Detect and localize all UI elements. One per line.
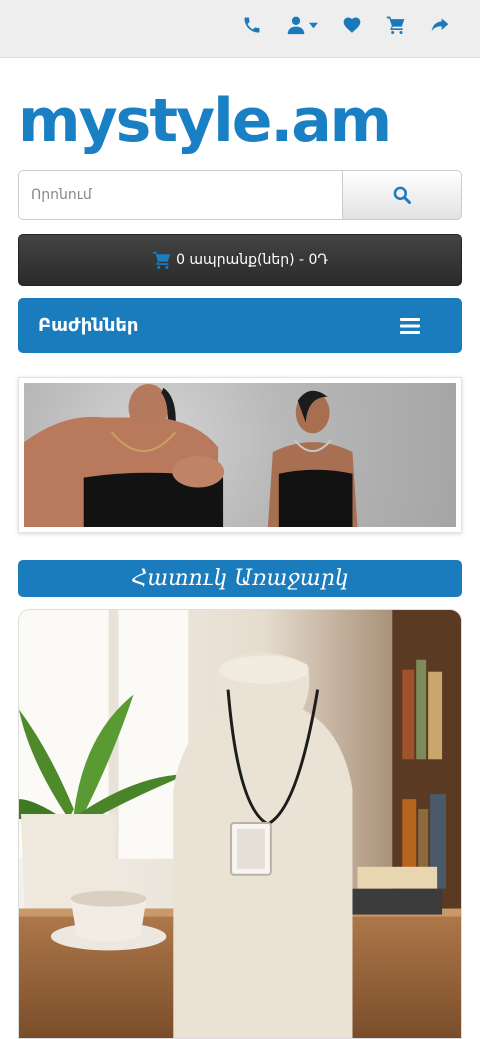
cart-summary-button[interactable]: 0 ապրանք(ներ) - 0Դ	[18, 234, 462, 286]
cart-icon[interactable]	[384, 13, 408, 37]
promo-banner[interactable]	[18, 377, 462, 533]
share-icon[interactable]	[428, 13, 452, 37]
product-image	[19, 610, 461, 1038]
menu-icon	[400, 317, 420, 334]
cart-icon	[153, 251, 171, 269]
top-bar	[0, 0, 480, 58]
categories-menu-button[interactable]: Բաժիններ	[18, 298, 462, 353]
product-card-image[interactable]	[18, 609, 462, 1039]
phone-icon[interactable]	[240, 13, 264, 37]
search-button[interactable]	[342, 170, 462, 220]
special-offer-heading: Հատուկ Առաջարկ	[18, 560, 462, 597]
heart-icon[interactable]	[340, 13, 364, 37]
site-logo[interactable]: mystyle.am	[18, 86, 392, 156]
search-icon	[393, 186, 411, 204]
user-icon	[287, 16, 305, 35]
categories-label: Բաժիններ	[38, 315, 139, 336]
search-bar	[18, 170, 462, 220]
caret-down-icon	[309, 22, 318, 28]
top-icons	[220, 13, 452, 37]
special-offer-label: Հատուկ Առաջարկ	[131, 566, 349, 591]
search-input[interactable]	[18, 170, 342, 220]
user-menu-button[interactable]	[284, 13, 320, 37]
cart-summary-label: 0 ապրանք(ներ) - 0Դ	[176, 252, 328, 268]
banner-image	[24, 383, 456, 527]
